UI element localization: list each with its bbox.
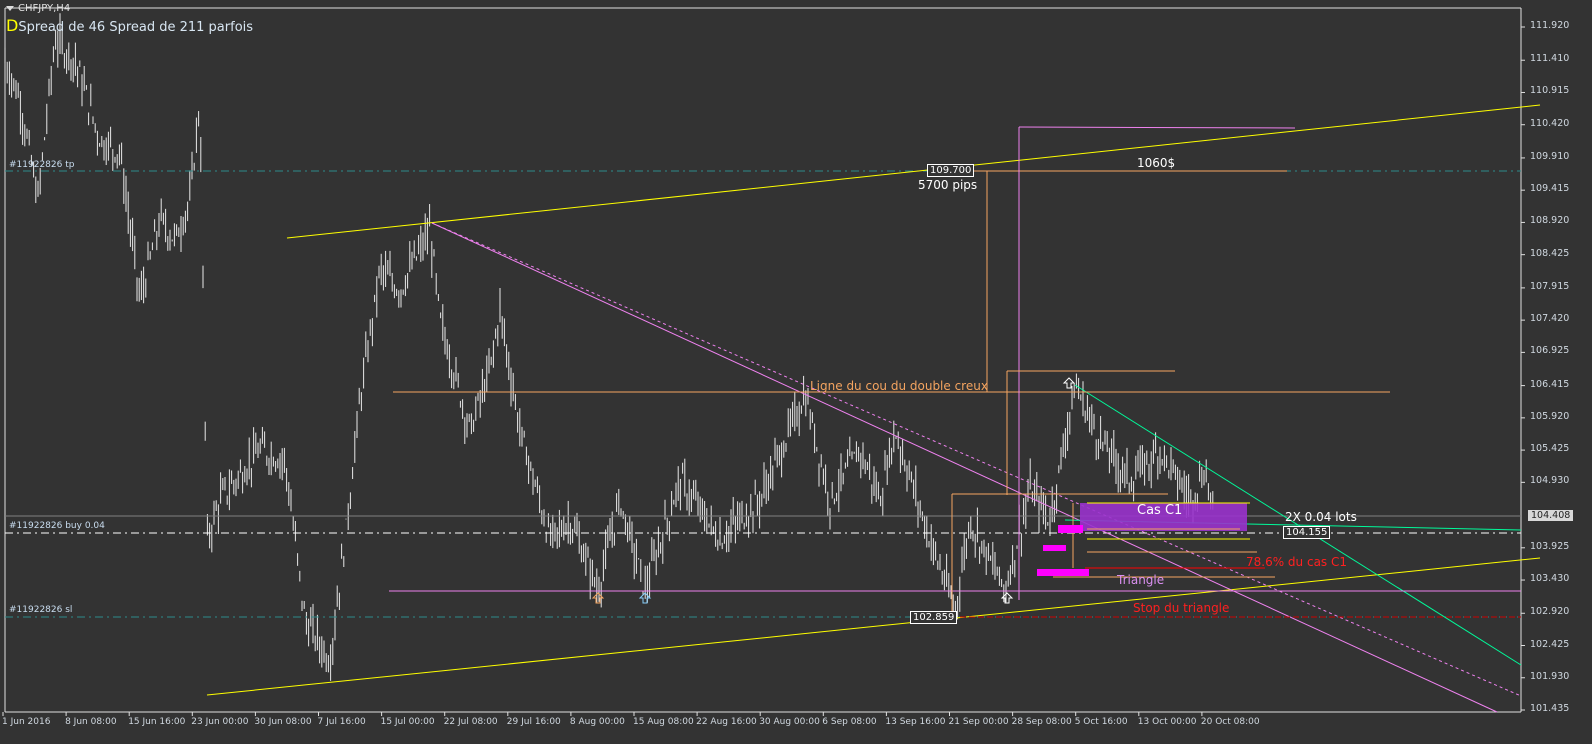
- magenta-block-3: [1037, 569, 1089, 576]
- time-tick-label: 6 Sep 08:00: [822, 717, 877, 727]
- time-tick-label: 7 Jul 16:00: [317, 717, 366, 727]
- time-tick-label: 13 Sep 16:00: [885, 717, 946, 727]
- profit-label: 1060$: [1137, 156, 1176, 170]
- triangle-label: Triangle: [1117, 573, 1165, 587]
- time-tick-label: 1 Jun 2016: [2, 717, 51, 727]
- time-tick-label: 15 Jun 16:00: [128, 717, 186, 727]
- price-tick-label: 107.915: [1530, 280, 1570, 292]
- tp-price-box: 109.700: [927, 164, 975, 177]
- time-tick-label: 20 Oct 08:00: [1200, 717, 1260, 727]
- price-tick-label: 105.425: [1530, 443, 1570, 455]
- time-tick-label: 22 Aug 16:00: [696, 717, 757, 727]
- ohlc-bars: [4, 13, 1214, 681]
- time-tick-label: 5 Oct 16:00: [1074, 717, 1128, 727]
- time-tick-label: 21 Sep 00:00: [948, 717, 1009, 727]
- time-tick-label: 15 Jul 00:00: [380, 717, 435, 727]
- time-tick-label: 22 Jul 08:00: [443, 717, 498, 727]
- lots-label: 2X 0.04 lots: [1285, 510, 1357, 524]
- price-tick-label: 101.435: [1530, 702, 1570, 714]
- price-chart[interactable]: [0, 0, 1592, 744]
- neckline-label: Ligne du cou du double creux: [810, 379, 988, 393]
- tp-order-label: #11922826 tp: [9, 160, 75, 170]
- stop-label: Stop du triangle: [1133, 601, 1230, 615]
- symbol-timeframe: CHFJPY,H4: [18, 3, 71, 14]
- price-tick-label: 108.425: [1530, 247, 1570, 259]
- entry-price-box: 104.155: [1283, 526, 1331, 539]
- price-tick-label: 106.925: [1530, 345, 1570, 357]
- spread-indicator: DSpread de 46 Spread de 211 parfois: [6, 16, 253, 35]
- sl-order-label: #11922826 sl: [9, 605, 73, 615]
- chart-title: CHFJPY,H4: [6, 3, 70, 14]
- price-tick-label: 107.420: [1530, 313, 1570, 325]
- cas-c1-label: Cas C1: [1137, 503, 1183, 518]
- price-tick-label: 110.915: [1530, 85, 1570, 97]
- price-tick-label: 111.920: [1530, 20, 1570, 31]
- price-tick-label: 106.415: [1530, 378, 1570, 390]
- price-tick-label: 108.920: [1530, 215, 1570, 227]
- time-tick-label: 23 Jun 00:00: [191, 717, 249, 727]
- price-tick-label: 104.930: [1530, 475, 1570, 487]
- time-tick-label: 8 Jun 08:00: [65, 717, 117, 727]
- price-tick-label: 103.430: [1530, 573, 1570, 585]
- price-tick-label: 103.925: [1530, 540, 1570, 552]
- fib-label: 78.6% du cas C1: [1246, 555, 1348, 569]
- pink-top: [1018, 126, 1296, 129]
- time-tick-label: 30 Aug 00:00: [759, 717, 820, 727]
- indicator-letter: D: [6, 16, 19, 35]
- time-tick-label: 13 Oct 00:00: [1137, 717, 1197, 727]
- magenta-block-2: [1043, 545, 1066, 551]
- time-tick-label: 28 Sep 08:00: [1011, 717, 1072, 727]
- lower-trendline: [206, 557, 1541, 696]
- price-tick-label: 105.920: [1530, 410, 1570, 422]
- price-tick-label: 109.415: [1530, 183, 1570, 195]
- spread-text-1: Spread de 46: [18, 20, 106, 35]
- price-tick-label: 101.930: [1530, 670, 1570, 682]
- pips-label: 5700 pips: [918, 178, 978, 192]
- buy-order-label: #11922826 buy 0.04: [9, 521, 105, 531]
- spread-text-2: Spread de 211 parfois: [109, 20, 254, 35]
- time-tick-label: 15 Aug 08:00: [633, 717, 694, 727]
- price-tick-label: 102.920: [1530, 606, 1570, 618]
- price-tick-label: 109.910: [1530, 150, 1570, 162]
- triangle-diagonal: [431, 222, 1498, 713]
- price-tick-label: 110.420: [1530, 117, 1570, 129]
- current-price-tag: 104.408: [1528, 510, 1574, 521]
- time-tick-label: 8 Aug 00:00: [569, 717, 625, 727]
- sl-price-box: 102.859: [910, 611, 958, 624]
- price-tick-label: 111.410: [1530, 53, 1570, 65]
- time-tick-label: 29 Jul 16:00: [506, 717, 561, 727]
- magenta-block-1: [1058, 525, 1083, 533]
- time-tick-label: 30 Jun 08:00: [254, 717, 312, 727]
- dropdown-triangle-icon[interactable]: [6, 5, 14, 11]
- triangle-diagonal-dashed: [431, 222, 1522, 697]
- price-tick-label: 102.425: [1530, 638, 1570, 650]
